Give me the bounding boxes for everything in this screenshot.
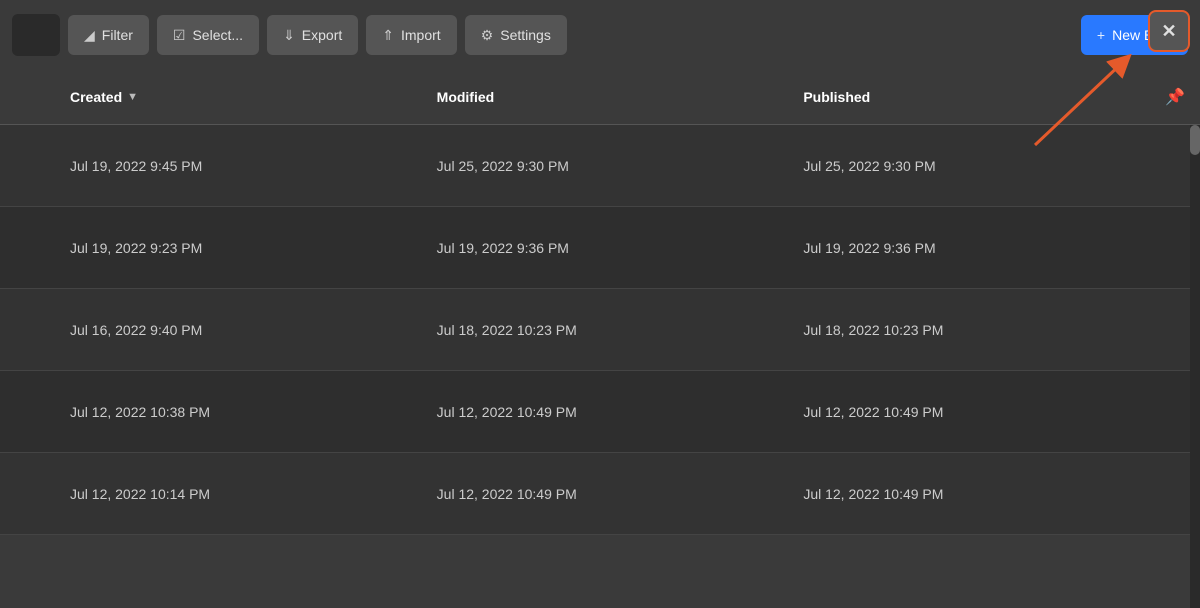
sort-arrow-icon: ▼: [127, 91, 138, 103]
select-icon: ☑: [173, 27, 186, 44]
import-button[interactable]: ⇑ Import: [366, 15, 456, 55]
import-label: Import: [401, 27, 441, 43]
cell-created: Jul 12, 2022 10:14 PM: [50, 486, 417, 502]
pin-icon: 📌: [1165, 87, 1185, 107]
scrollbar-track[interactable]: [1190, 125, 1200, 608]
data-table: Created ▼ Modified Published 📌 Jul 19, 2…: [0, 70, 1200, 535]
table-row[interactable]: Jul 12, 2022 10:14 PM Jul 12, 2022 10:49…: [0, 453, 1200, 535]
filter-button[interactable]: ◢ Filter: [68, 15, 149, 55]
cell-published: Jul 18, 2022 10:23 PM: [783, 322, 1150, 338]
filter-icon: ◢: [84, 27, 95, 44]
table-row[interactable]: Jul 19, 2022 9:23 PM Jul 19, 2022 9:36 P…: [0, 207, 1200, 289]
toolbar: ◢ Filter ☑ Select... ⇓ Export ⇑ Import ⚙…: [0, 0, 1200, 70]
cell-created: Jul 12, 2022 10:38 PM: [50, 404, 417, 420]
cell-created: Jul 16, 2022 9:40 PM: [50, 322, 417, 338]
filter-label: Filter: [102, 27, 133, 43]
cell-created: Jul 19, 2022 9:23 PM: [50, 240, 417, 256]
cell-modified: Jul 19, 2022 9:36 PM: [417, 240, 784, 256]
import-icon: ⇑: [382, 27, 394, 44]
cell-modified: Jul 12, 2022 10:49 PM: [417, 404, 784, 420]
table-row[interactable]: Jul 19, 2022 9:45 PM Jul 25, 2022 9:30 P…: [0, 125, 1200, 207]
table-row[interactable]: Jul 12, 2022 10:38 PM Jul 12, 2022 10:49…: [0, 371, 1200, 453]
modified-header-label: Modified: [437, 89, 495, 105]
close-icon: ✕: [1161, 22, 1176, 40]
cell-published: Jul 25, 2022 9:30 PM: [783, 158, 1150, 174]
header-published[interactable]: Published: [783, 89, 1150, 105]
created-header-label: Created: [70, 89, 122, 105]
table-row[interactable]: Jul 16, 2022 9:40 PM Jul 18, 2022 10:23 …: [0, 289, 1200, 371]
published-header-label: Published: [803, 89, 870, 105]
export-icon: ⇓: [283, 27, 295, 44]
header-pin[interactable]: 📌: [1150, 87, 1200, 107]
gear-icon: ⚙: [481, 27, 494, 44]
export-button[interactable]: ⇓ Export: [267, 15, 358, 55]
cell-published: Jul 19, 2022 9:36 PM: [783, 240, 1150, 256]
cell-modified: Jul 25, 2022 9:30 PM: [417, 158, 784, 174]
header-created[interactable]: Created ▼: [50, 89, 417, 105]
close-button[interactable]: ✕: [1148, 10, 1190, 52]
cell-modified: Jul 18, 2022 10:23 PM: [417, 322, 784, 338]
table-header: Created ▼ Modified Published 📌: [0, 70, 1200, 125]
cell-published: Jul 12, 2022 10:49 PM: [783, 486, 1150, 502]
cell-published: Jul 12, 2022 10:49 PM: [783, 404, 1150, 420]
select-label: Select...: [192, 27, 243, 43]
settings-button[interactable]: ⚙ Settings: [465, 15, 567, 55]
cell-modified: Jul 12, 2022 10:49 PM: [417, 486, 784, 502]
plus-icon: +: [1097, 27, 1105, 43]
sidebar-toggle[interactable]: [12, 14, 60, 56]
cell-created: Jul 19, 2022 9:45 PM: [50, 158, 417, 174]
select-button[interactable]: ☑ Select...: [157, 15, 259, 55]
header-modified[interactable]: Modified: [417, 89, 784, 105]
export-label: Export: [302, 27, 342, 43]
settings-label: Settings: [500, 27, 551, 43]
scrollbar-thumb[interactable]: [1190, 125, 1200, 155]
